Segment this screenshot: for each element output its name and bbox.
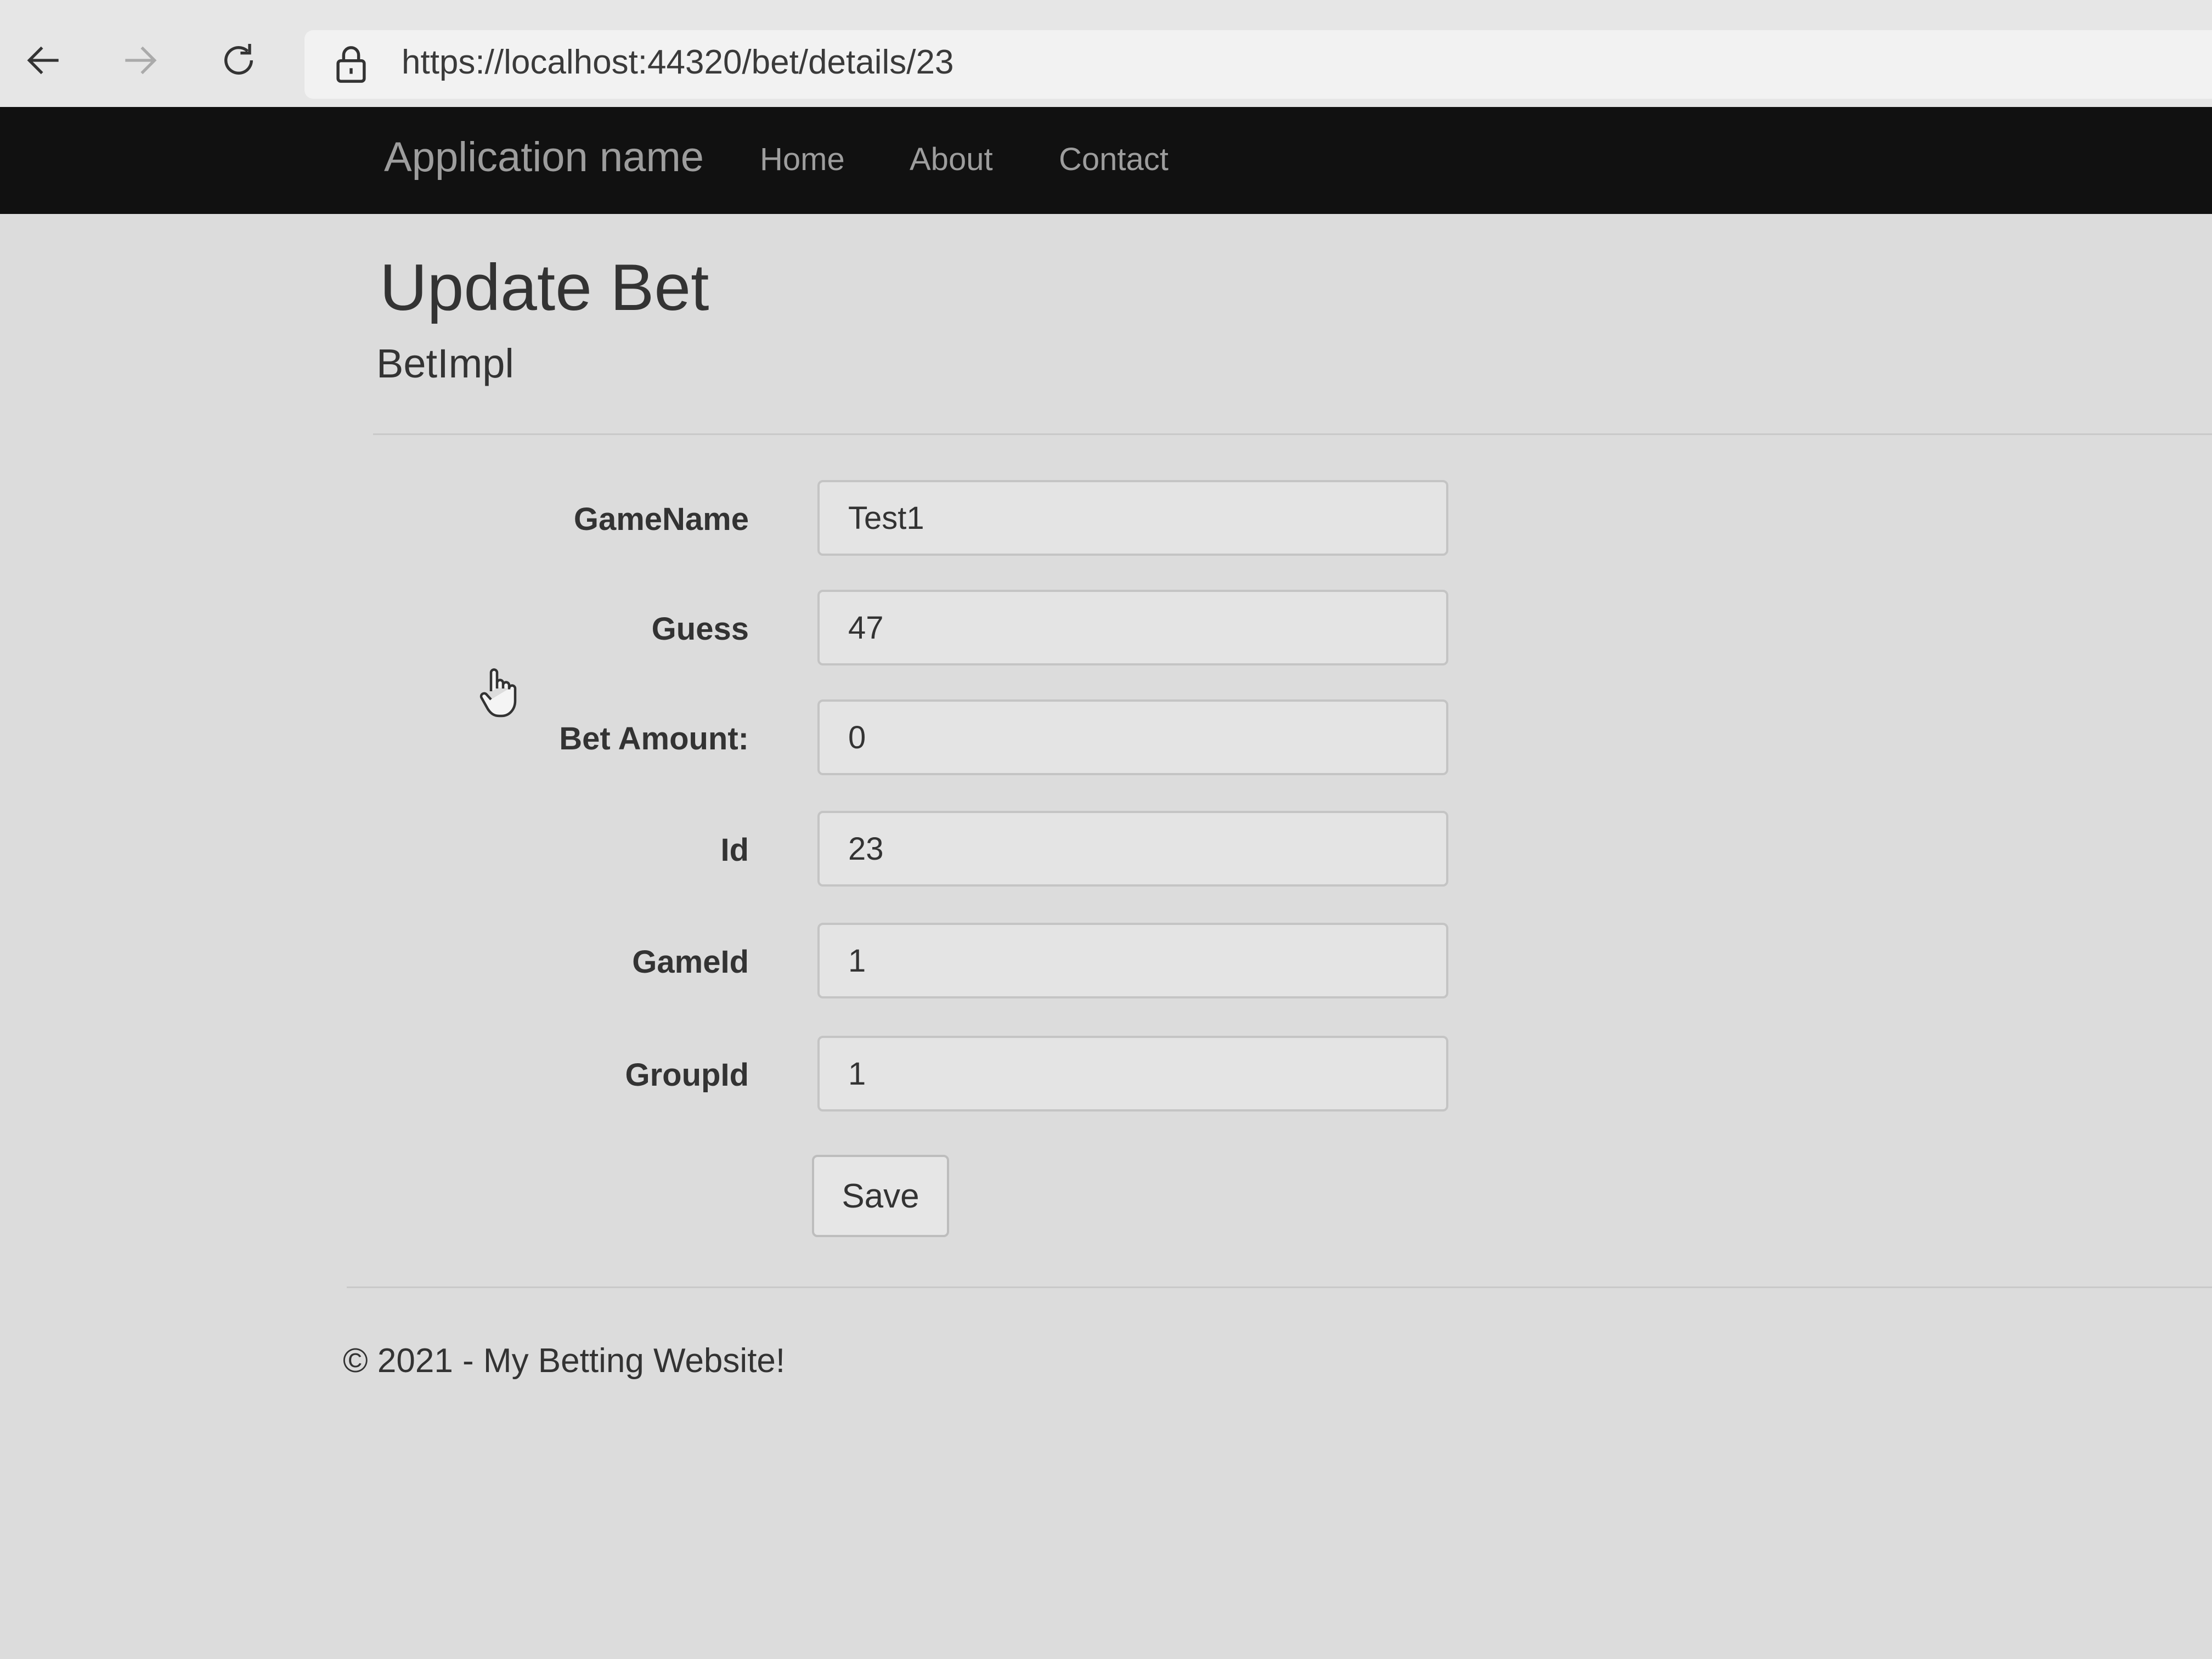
footer-divider (347, 1286, 2212, 1288)
gamename-label: GameName (573, 501, 749, 537)
page-title: Update Bet (380, 251, 709, 324)
id-input[interactable] (817, 811, 1448, 887)
footer-copyright: © 2021 - My Betting Website! (343, 1342, 786, 1380)
guess-input[interactable] (817, 590, 1448, 665)
brand-link[interactable]: Application name (384, 133, 704, 181)
form-row-gamename: GameName (0, 480, 2212, 562)
browser-toolbar: https://localhost:44320/bet/details/23 (0, 0, 2212, 107)
gamename-input[interactable] (817, 480, 1448, 556)
form-row-bet-amount: Bet Amount: (0, 699, 2212, 782)
id-label: Id (720, 832, 749, 868)
hand-pointer-icon (479, 668, 517, 718)
guess-label: Guess (651, 611, 749, 647)
gameid-input[interactable] (817, 923, 1448, 998)
nav-link-home[interactable]: Home (760, 141, 845, 178)
bet-amount-input[interactable] (817, 699, 1448, 775)
nav-link-contact[interactable]: Contact (1059, 141, 1169, 178)
form-row-id: Id (0, 811, 2212, 893)
back-arrow-icon[interactable] (16, 33, 71, 88)
form-row-gameid: GameId (0, 923, 2212, 1005)
groupid-label: GroupId (625, 1057, 749, 1093)
bet-amount-label: Bet Amount: (559, 721, 749, 757)
divider (373, 433, 2212, 435)
save-button[interactable]: Save (812, 1155, 949, 1237)
form-row-groupid: GroupId (0, 1036, 2212, 1118)
url-text[interactable]: https://localhost:44320/bet/details/23 (402, 43, 953, 82)
forward-arrow-icon[interactable] (112, 33, 167, 88)
nav-link-about[interactable]: About (910, 141, 993, 178)
groupid-input[interactable] (817, 1036, 1448, 1111)
form-row-guess: Guess (0, 590, 2212, 672)
gameid-label: GameId (632, 944, 749, 980)
site-navbar: Application name Home About Contact (0, 107, 2212, 214)
lock-icon (336, 46, 366, 83)
refresh-icon[interactable] (211, 33, 266, 88)
page-subtitle: BetImpl (376, 341, 514, 386)
